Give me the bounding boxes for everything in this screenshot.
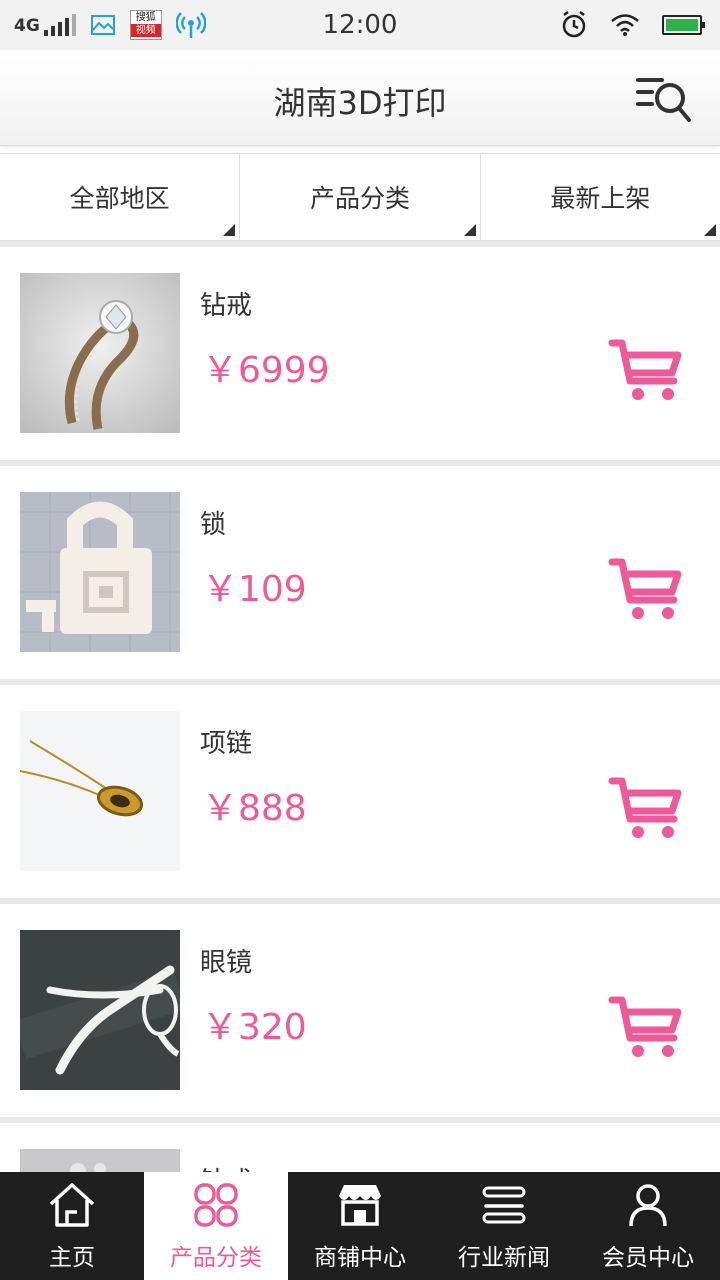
product-card[interactable]: 锁 ￥109: [0, 466, 720, 679]
product-image-lock: [20, 492, 180, 652]
alarm-icon: [562, 11, 586, 38]
dropdown-corner-icon: [223, 224, 236, 236]
cart-icon[interactable]: [608, 994, 684, 1060]
wifi-icon: [611, 14, 639, 36]
product-name: 锁: [200, 510, 227, 540]
cart-icon[interactable]: [608, 775, 684, 841]
product-list: 钻戒 ￥6999 锁 ￥109 项链 ￥888 眼镜 ￥320: [0, 241, 720, 1172]
product-price: ￥320: [202, 1007, 307, 1048]
product-card[interactable]: 钻戒: [0, 1123, 720, 1172]
nav-home[interactable]: 主页: [0, 1172, 144, 1280]
filter-label: 最新上架: [550, 184, 651, 213]
bottom-nav: 主页 产品分类 商铺中心 行业新闻 会员中心: [0, 1172, 720, 1280]
filter-newest[interactable]: 最新上架: [481, 154, 720, 240]
battery-icon: [662, 15, 705, 35]
filter-region[interactable]: 全部地区: [0, 154, 241, 240]
product-price: ￥888: [202, 788, 307, 829]
cart-icon[interactable]: [608, 556, 684, 622]
store-icon: [339, 1185, 381, 1226]
news-icon: [482, 1186, 526, 1224]
nav-member[interactable]: 会员中心: [576, 1172, 720, 1280]
product-price: ￥6999: [202, 350, 330, 391]
filter-bar: 全部地区 产品分类 最新上架: [0, 153, 720, 241]
app-header: 湖南3D打印: [0, 50, 720, 146]
product-card[interactable]: 钻戒 ￥6999: [0, 247, 720, 460]
nav-label: 行业新闻: [458, 1245, 550, 1271]
nav-label: 会员中心: [602, 1245, 694, 1271]
cart-icon[interactable]: [608, 337, 684, 403]
nav-category[interactable]: 产品分类: [144, 1172, 288, 1280]
nav-news[interactable]: 行业新闻: [432, 1172, 576, 1280]
filter-category[interactable]: 产品分类: [240, 154, 481, 240]
nav-label: 商铺中心: [314, 1245, 406, 1271]
status-bar: 4G 搜狐 视频 12:00: [0, 0, 720, 50]
nav-store[interactable]: 商铺中心: [288, 1172, 432, 1280]
product-name: 项链: [200, 729, 253, 759]
product-image-partial: [20, 1149, 180, 1172]
product-image-ring: [20, 273, 180, 433]
filter-label: 产品分类: [309, 184, 410, 213]
nav-label: 主页: [49, 1245, 95, 1271]
product-name: 眼镜: [200, 948, 253, 978]
nav-label: 产品分类: [170, 1245, 262, 1271]
dropdown-corner-icon: [703, 224, 716, 236]
product-price: ￥109: [202, 569, 307, 610]
product-image-necklace: [20, 711, 180, 871]
product-name: 钻戒: [200, 291, 253, 321]
filter-label: 全部地区: [69, 184, 170, 213]
product-card[interactable]: 眼镜 ￥320: [0, 904, 720, 1117]
page-title: 湖南3D打印: [273, 84, 447, 122]
product-card[interactable]: 项链 ￥888: [0, 685, 720, 898]
category-icon: [194, 1183, 238, 1227]
product-name: 钻戒: [200, 1161, 252, 1172]
home-icon: [49, 1183, 95, 1227]
list-search-icon[interactable]: [634, 72, 694, 128]
product-image-glasses: [20, 930, 180, 1090]
member-icon: [629, 1184, 667, 1227]
dropdown-corner-icon: [463, 224, 476, 236]
